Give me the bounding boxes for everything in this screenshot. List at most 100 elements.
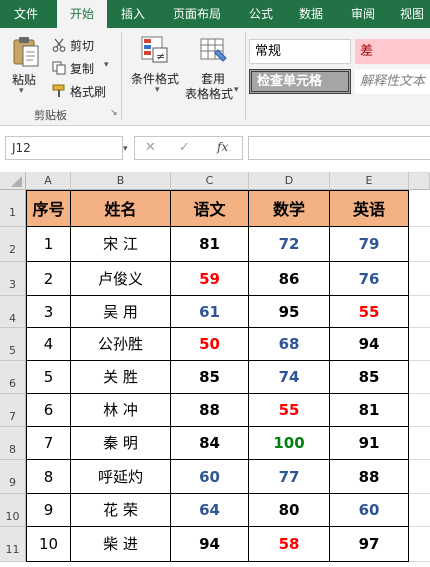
table-format-button[interactable]: 表格格式: [185, 85, 233, 102]
score-cell-english[interactable]: 79: [330, 227, 409, 262]
data-cell-number[interactable]: 9: [26, 494, 71, 527]
data-cell-number[interactable]: 6: [26, 394, 71, 427]
data-cell-name[interactable]: 柴 进: [71, 527, 171, 562]
score-cell-english[interactable]: 81: [330, 394, 409, 427]
tab-review[interactable]: 审阅: [340, 0, 386, 28]
score-cell-math[interactable]: 68: [249, 328, 330, 361]
style-check-cell[interactable]: 检查单元格: [249, 69, 351, 94]
table-format-dropdown-icon[interactable]: ▾: [234, 85, 239, 95]
score-cell-english[interactable]: 55: [330, 296, 409, 328]
score-cell-chinese[interactable]: 88: [171, 394, 249, 427]
data-cell-number[interactable]: 5: [26, 361, 71, 394]
column-header-e[interactable]: E: [330, 172, 409, 190]
data-cell-number[interactable]: 3: [26, 296, 71, 328]
header-cell-english[interactable]: 英语: [330, 190, 409, 227]
header-cell-math[interactable]: 数学: [249, 190, 330, 227]
name-box-dropdown-icon[interactable]: ▾: [123, 144, 128, 154]
data-cell-number[interactable]: 8: [26, 460, 71, 494]
score-cell-math[interactable]: 58: [249, 527, 330, 562]
score-cell-english[interactable]: 85: [330, 361, 409, 394]
score-cell-chinese[interactable]: 84: [171, 427, 249, 460]
score-cell-math[interactable]: 95: [249, 296, 330, 328]
confirm-icon[interactable]: ✓: [179, 140, 190, 155]
data-cell-name[interactable]: 关 胜: [71, 361, 171, 394]
score-cell-math[interactable]: 77: [249, 460, 330, 494]
data-cell-name[interactable]: 卢俊义: [71, 262, 171, 296]
data-cell-name[interactable]: 花 荣: [71, 494, 171, 527]
data-cell-name[interactable]: 吴 用: [71, 296, 171, 328]
paste-dropdown-icon[interactable]: ▾: [19, 86, 24, 96]
column-header-d[interactable]: D: [249, 172, 330, 190]
tab-page-layout[interactable]: 页面布局: [162, 0, 232, 28]
worksheet-grid[interactable]: ABCDE 1 2 3 4 5 6 7 8 9 10 11 序号 姓名 语文 数学 英语 1 宋 江 81 72 79…: [0, 172, 430, 567]
score-cell-english[interactable]: 60: [330, 494, 409, 527]
score-cell-chinese[interactable]: 50: [171, 328, 249, 361]
data-cell-name[interactable]: 宋 江: [71, 227, 171, 262]
score-cell-chinese[interactable]: 60: [171, 460, 249, 494]
header-cell-name[interactable]: 姓名: [71, 190, 171, 227]
column-header-empty[interactable]: [409, 172, 430, 190]
score-cell-math[interactable]: 72: [249, 227, 330, 262]
data-cell-name[interactable]: 林 冲: [71, 394, 171, 427]
row-header-10[interactable]: 10: [0, 494, 26, 527]
score-cell-math[interactable]: 55: [249, 394, 330, 427]
row-header-4[interactable]: 4: [0, 296, 26, 328]
data-cell-number[interactable]: 1: [26, 227, 71, 262]
score-cell-math[interactable]: 80: [249, 494, 330, 527]
tab-view[interactable]: 视图: [392, 0, 430, 28]
score-cell-chinese[interactable]: 81: [171, 227, 249, 262]
copy-dropdown-icon[interactable]: ▾: [104, 60, 109, 70]
data-cell-number[interactable]: 7: [26, 427, 71, 460]
formula-input[interactable]: [248, 136, 430, 160]
tab-data[interactable]: 数据: [288, 0, 334, 28]
tab-home[interactable]: 开始: [57, 0, 107, 28]
score-cell-english[interactable]: 88: [330, 460, 409, 494]
score-cell-english[interactable]: 97: [330, 527, 409, 562]
tab-formulas[interactable]: 公式: [238, 0, 284, 28]
conditional-format-dropdown-icon[interactable]: ▾: [155, 85, 160, 95]
column-header-c[interactable]: C: [171, 172, 249, 190]
score-cell-math[interactable]: 74: [249, 361, 330, 394]
copy-button[interactable]: 复制: [70, 60, 94, 77]
row-header-8[interactable]: 8: [0, 427, 26, 460]
row-header-3[interactable]: 3: [0, 262, 26, 296]
paste-icon[interactable]: [12, 36, 40, 72]
score-cell-english[interactable]: 94: [330, 328, 409, 361]
data-cell-number[interactable]: 4: [26, 328, 71, 361]
score-cell-english[interactable]: 91: [330, 427, 409, 460]
data-cell-name[interactable]: 呼延灼: [71, 460, 171, 494]
score-cell-english[interactable]: 76: [330, 262, 409, 296]
cancel-icon[interactable]: ✕: [145, 140, 156, 155]
name-box[interactable]: J12: [5, 136, 123, 160]
score-cell-chinese[interactable]: 94: [171, 527, 249, 562]
cut-button[interactable]: 剪切: [70, 37, 94, 54]
header-cell-chinese[interactable]: 语文: [171, 190, 249, 227]
row-header-1[interactable]: 1: [0, 190, 26, 227]
select-all-corner[interactable]: [0, 172, 26, 190]
data-cell-number[interactable]: 2: [26, 262, 71, 296]
format-painter-button[interactable]: 格式刷: [70, 83, 106, 100]
style-normal[interactable]: 常规: [249, 39, 351, 64]
header-cell-number[interactable]: 序号: [26, 190, 71, 227]
data-cell-number[interactable]: 10: [26, 527, 71, 562]
tab-file[interactable]: 文件: [0, 0, 52, 28]
column-header-b[interactable]: B: [71, 172, 171, 190]
row-header-11[interactable]: 11: [0, 527, 26, 562]
style-bad[interactable]: 差: [355, 39, 430, 64]
dialog-launcher-icon[interactable]: ↘: [110, 108, 118, 118]
row-header-7[interactable]: 7: [0, 394, 26, 427]
row-header-5[interactable]: 5: [0, 328, 26, 361]
tab-insert[interactable]: 插入: [110, 0, 156, 28]
paste-button[interactable]: 粘贴: [12, 71, 36, 88]
score-cell-chinese[interactable]: 61: [171, 296, 249, 328]
score-cell-chinese[interactable]: 64: [171, 494, 249, 527]
data-cell-name[interactable]: 公孙胜: [71, 328, 171, 361]
style-explanatory[interactable]: 解释性文本: [355, 69, 430, 94]
score-cell-chinese[interactable]: 85: [171, 361, 249, 394]
column-header-a[interactable]: A: [26, 172, 71, 190]
score-cell-math[interactable]: 100: [249, 427, 330, 460]
data-cell-name[interactable]: 秦 明: [71, 427, 171, 460]
row-header-6[interactable]: 6: [0, 361, 26, 394]
score-cell-math[interactable]: 86: [249, 262, 330, 296]
row-header-9[interactable]: 9: [0, 460, 26, 494]
